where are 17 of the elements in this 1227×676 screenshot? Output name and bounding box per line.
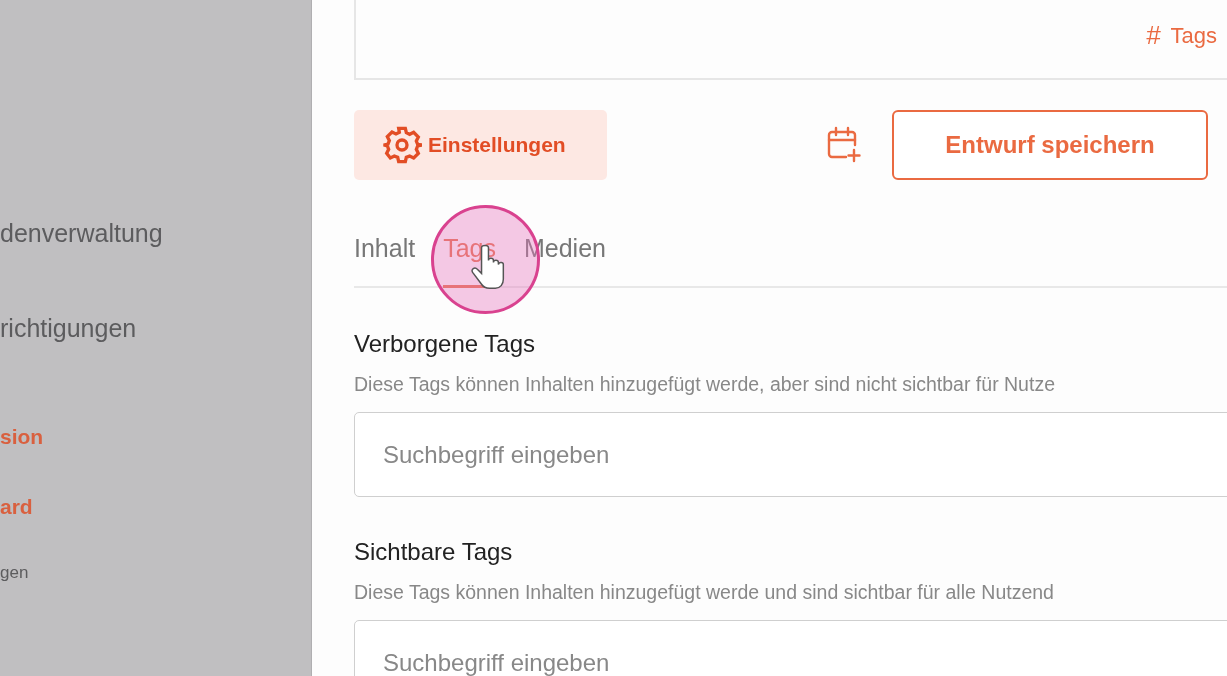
section-heading: Sichtbare Tags	[354, 537, 514, 567]
save-draft-button[interactable]: Entwurf speichern	[892, 110, 1208, 180]
sidebar-item[interactable]: richtigungen	[0, 307, 311, 349]
sidebar-item[interactable]: gen	[0, 553, 311, 593]
sidebar-item[interactable]: denverwaltung	[0, 212, 311, 254]
tab[interactable]: Inhalt	[354, 230, 416, 288]
search-field[interactable]: Suchbegriff eingeben	[354, 620, 1227, 676]
search-field[interactable]: Suchbegriff eingeben	[354, 412, 1227, 497]
section-description: Diese Tags können Inhalten hinzugefügt werde, aber sind nicht sichtbar für Nutze	[354, 372, 1056, 396]
section-heading: Verborgene Tags	[354, 329, 537, 359]
tags-button[interactable]: # Tags	[1146, 20, 1217, 51]
sidebar-item[interactable]: sion	[0, 417, 311, 457]
sidebar-item[interactable]: ard	[0, 487, 311, 527]
gear-icon	[382, 125, 422, 165]
calendar-add-icon[interactable]	[826, 126, 862, 164]
settings-button[interactable]: Einstellungen	[354, 110, 607, 180]
section-description: Diese Tags können Inhalten hinzugefügt werde und sind sichtbar für alle Nutzend	[354, 580, 1055, 604]
